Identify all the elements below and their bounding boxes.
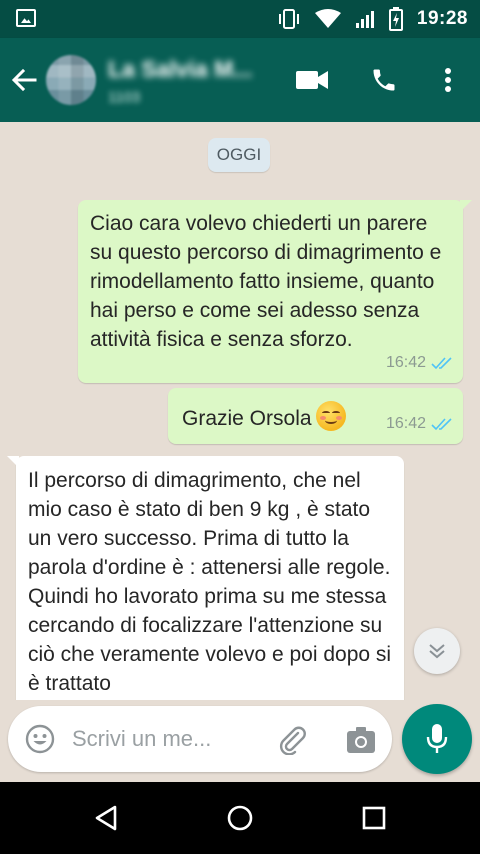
smiling-face-emoji-icon: [315, 401, 346, 431]
message-outgoing[interactable]: Grazie Orsola 16:42: [168, 388, 463, 444]
message-time: 16:42: [385, 415, 426, 432]
contact-info[interactable]: La Salvia M... 1103: [108, 56, 278, 106]
video-call-icon: [296, 71, 328, 89]
message-incoming[interactable]: Il percorso di dimagrimento, che nel mio…: [7, 456, 404, 700]
paperclip-icon: [279, 726, 306, 755]
emoji-button[interactable]: [24, 723, 56, 755]
message-meta: 16:42: [386, 348, 453, 377]
voice-call-button[interactable]: [366, 62, 402, 98]
bubble-tail: [7, 456, 19, 468]
more-options-button[interactable]: [430, 62, 466, 98]
mic-icon: [426, 724, 448, 753]
message-text: Il percorso di dimagrimento, che nel mio…: [28, 469, 392, 695]
chevron-double-down-icon: [429, 644, 445, 659]
back-button[interactable]: [8, 64, 40, 96]
message-time: 16:42: [385, 354, 426, 371]
message-input[interactable]: [72, 722, 252, 756]
nav-recents-icon: [362, 806, 386, 830]
message-text: Grazie Orsola: [182, 407, 312, 430]
scroll-to-bottom-button[interactable]: [414, 628, 460, 674]
voice-message-button[interactable]: [402, 704, 472, 774]
wifi-icon: [314, 9, 341, 28]
date-separator: OGGI: [208, 138, 270, 172]
back-arrow-icon: [11, 68, 37, 92]
chat-header: La Salvia M... 1103: [0, 38, 480, 122]
signal-icon: [355, 11, 374, 28]
avatar[interactable]: [46, 55, 96, 105]
bubble-tail: [460, 200, 472, 212]
vibrate-icon: [278, 9, 299, 29]
nav-home-button[interactable]: [222, 800, 258, 836]
video-call-button[interactable]: [294, 62, 330, 98]
battery-icon: [388, 7, 403, 31]
composer-field: [8, 706, 392, 772]
double-check-icon: [431, 417, 452, 430]
message-outgoing[interactable]: Ciao cara volevo chiederti un parere su …: [78, 200, 472, 383]
nav-back-button[interactable]: [88, 800, 124, 836]
attach-button[interactable]: [276, 723, 310, 757]
nav-back-icon: [95, 805, 117, 831]
phone-icon: [373, 69, 395, 91]
clock: 19:28: [416, 8, 468, 29]
nav-recents-button[interactable]: [356, 800, 392, 836]
status-bar: 19:28: [0, 0, 480, 38]
message-meta: 16:42: [386, 409, 453, 438]
image-icon: [16, 9, 36, 27]
double-check-icon: [431, 356, 452, 369]
more-vert-icon: [445, 68, 451, 92]
status-icons: 19:28: [277, 6, 468, 32]
camera-button[interactable]: [344, 723, 378, 757]
nav-home-icon: [227, 805, 253, 831]
camera-icon: [347, 727, 375, 753]
system-navigation-bar: [0, 782, 480, 854]
message-text: Ciao cara volevo chiederti un parere su …: [90, 212, 442, 351]
contact-name: La Salvia M...: [108, 56, 253, 82]
emoji-icon: [25, 724, 55, 754]
message-list[interactable]: OGGI Ciao cara volevo chiederti un parer…: [0, 122, 480, 700]
contact-status: 1103: [108, 89, 141, 106]
